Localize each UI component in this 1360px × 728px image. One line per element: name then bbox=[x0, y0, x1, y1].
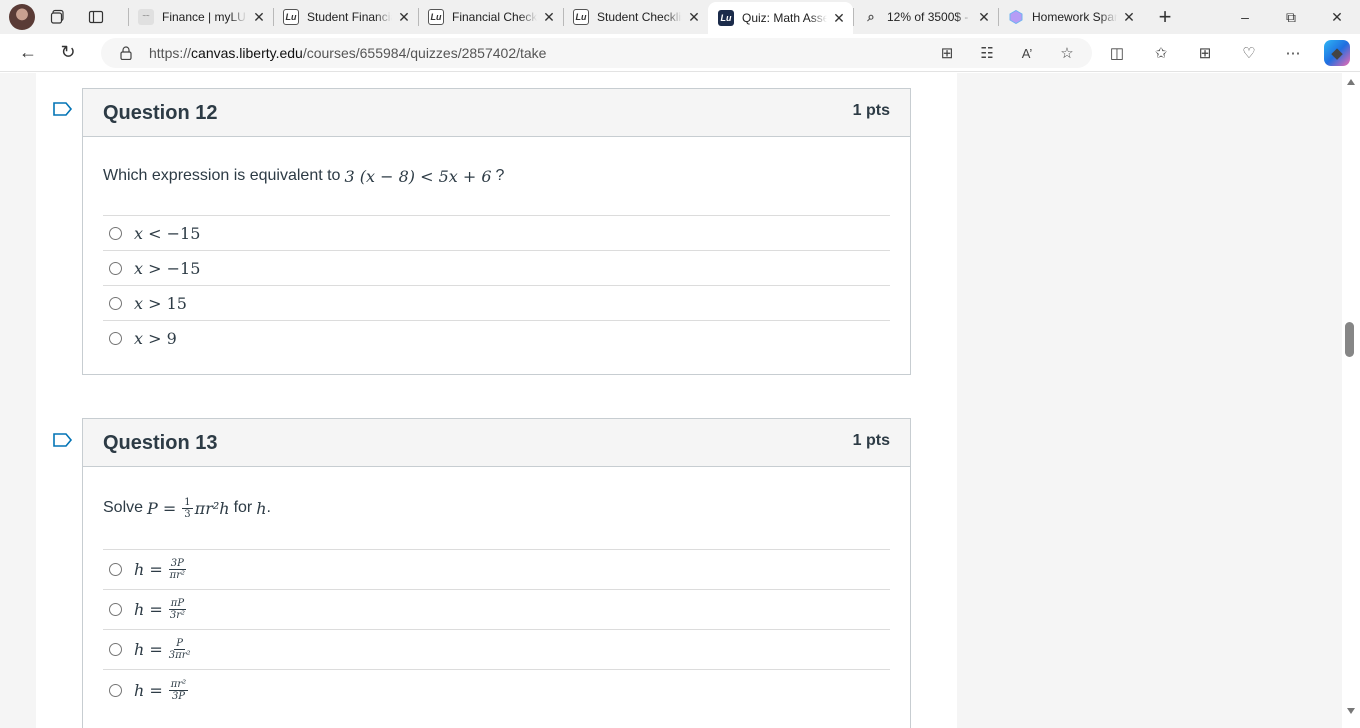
question-title: Question 12 bbox=[103, 102, 218, 124]
radio-button[interactable] bbox=[109, 603, 122, 616]
tab-bar: ~~Finance | myLU✕LuStudent Financial Che… bbox=[0, 0, 1360, 34]
tab-title: Quiz: Math Assessment bbox=[742, 11, 827, 25]
split-screen-icon[interactable]: ◫ bbox=[1104, 40, 1130, 66]
back-icon[interactable]: ← bbox=[12, 37, 44, 69]
tab[interactable]: ⌕ 12% of 3500$ - Search✕ bbox=[853, 0, 998, 34]
vertical-scrollbar[interactable] bbox=[1342, 73, 1360, 728]
tab-title: Finance | myLU bbox=[162, 10, 246, 24]
favorite-star-icon[interactable]: ☆ bbox=[1054, 40, 1080, 66]
close-tab-icon[interactable]: ✕ bbox=[1117, 9, 1141, 26]
radio-button[interactable] bbox=[109, 261, 122, 275]
prompt-math: P = 13 πr²h bbox=[147, 496, 230, 520]
scrollbar-thumb[interactable] bbox=[1345, 322, 1354, 357]
lu-favicon-icon: Lu bbox=[573, 9, 589, 25]
restore-icon[interactable]: ⧉ bbox=[1268, 0, 1314, 34]
close-tab-icon[interactable]: ✕ bbox=[247, 9, 271, 26]
page-viewport: Question 12 1 pts Which expression is eq… bbox=[0, 73, 1342, 728]
workspaces-icon[interactable] bbox=[43, 2, 73, 32]
prompt-math: 3 (x − 8) < 5x + 6 bbox=[344, 166, 492, 186]
browser-essentials-icon[interactable]: ♡ bbox=[1236, 40, 1262, 66]
tab[interactable]: Lu Student Financial Check✕ bbox=[273, 0, 418, 34]
app-available-icon[interactable]: ⊞ bbox=[934, 40, 960, 66]
answer-option[interactable]: x > 15 bbox=[103, 286, 890, 321]
answer-option[interactable]: h = P 3πr² bbox=[103, 630, 890, 670]
answer-option[interactable]: h = πr² 3P bbox=[103, 670, 890, 710]
scroll-down-icon[interactable] bbox=[1347, 708, 1355, 714]
tab[interactable]: Homework Spark ✕ bbox=[998, 0, 1143, 34]
more-menu-icon[interactable]: ⋯ bbox=[1280, 40, 1306, 66]
minimize-icon[interactable]: – bbox=[1222, 0, 1268, 34]
reading-view-icon[interactable]: ☷ bbox=[974, 40, 1000, 66]
address-bar[interactable]: https://canvas.liberty.edu/courses/65598… bbox=[101, 38, 1092, 68]
browser-window: ~~Finance | myLU✕LuStudent Financial Che… bbox=[0, 0, 1360, 728]
tab-title: Student Checklist bbox=[597, 10, 682, 24]
tab[interactable]: Lu Financial Checkout✕ bbox=[418, 0, 563, 34]
radio-button[interactable] bbox=[109, 226, 122, 240]
flag-question-icon[interactable] bbox=[53, 102, 73, 116]
radio-button[interactable] bbox=[109, 332, 122, 345]
tab[interactable]: Lu Student Checklist ✕ bbox=[563, 0, 708, 34]
question-points: 1 pts bbox=[852, 432, 890, 449]
radio-button[interactable] bbox=[109, 563, 122, 576]
finance-favicon-icon: ~~ bbox=[138, 9, 154, 25]
tab-actions-icon[interactable] bbox=[81, 2, 111, 32]
question-title: Question 13 bbox=[103, 432, 218, 454]
url-text: https://canvas.liberty.edu/courses/65598… bbox=[149, 45, 547, 61]
copilot-icon[interactable]: ◆ bbox=[1324, 40, 1350, 66]
close-tab-icon[interactable]: ✕ bbox=[537, 9, 561, 26]
lu-favicon-icon: Lu bbox=[718, 10, 734, 26]
search-favicon-icon: ⌕ bbox=[867, 9, 875, 24]
address-row: ← ↻ https://canvas.liberty.edu/courses/6… bbox=[0, 34, 1360, 72]
profile-avatar[interactable] bbox=[9, 4, 35, 30]
answer-option[interactable]: x > −15 bbox=[103, 251, 890, 286]
lu-favicon-icon: Lu bbox=[283, 9, 299, 25]
favorites-icon[interactable]: ✩ bbox=[1148, 40, 1174, 66]
tab-title: 12% of 3500$ - Search bbox=[887, 10, 972, 24]
scroll-up-icon[interactable] bbox=[1347, 79, 1355, 85]
tab[interactable]: ~~ Finance | myLU ✕ bbox=[128, 0, 273, 34]
question-card: Question 12 1 pts Which expression is eq… bbox=[82, 88, 911, 375]
question-prompt: Solve P = 13 πr²h for h . bbox=[103, 496, 271, 520]
question-header: Question 13 1 pts bbox=[83, 419, 910, 467]
answer-option[interactable]: x < −15 bbox=[103, 216, 890, 251]
close-window-icon[interactable]: ✕ bbox=[1314, 0, 1360, 34]
tab-title: Student Financial Check bbox=[307, 10, 392, 24]
tab-title: Homework Spark bbox=[1032, 10, 1117, 24]
spark-favicon-icon bbox=[1008, 9, 1024, 25]
answer-option[interactable]: h = πP 3r² bbox=[103, 590, 890, 630]
close-tab-icon[interactable]: ✕ bbox=[682, 9, 706, 26]
answer-option[interactable]: x > 9 bbox=[103, 321, 890, 356]
tab[interactable]: Lu Quiz: Math Assessment✕ bbox=[708, 2, 853, 34]
radio-button[interactable] bbox=[109, 296, 122, 310]
answer-option[interactable]: h = 3P πr² bbox=[103, 550, 890, 590]
question-points: 1 pts bbox=[852, 102, 890, 119]
read-aloud-icon[interactable]: A’ bbox=[1014, 40, 1040, 66]
right-sidebar bbox=[957, 73, 1342, 728]
tab-strip: ~~Finance | myLU✕LuStudent Financial Che… bbox=[128, 0, 1143, 34]
close-tab-icon[interactable]: ✕ bbox=[827, 10, 851, 27]
collections-icon[interactable]: ⊞ bbox=[1192, 40, 1218, 66]
tab-title: Financial Checkout bbox=[452, 10, 537, 24]
lock-icon[interactable] bbox=[119, 46, 133, 60]
left-gutter bbox=[0, 73, 36, 728]
radio-button[interactable] bbox=[109, 683, 122, 697]
close-tab-icon[interactable]: ✕ bbox=[972, 9, 996, 26]
radio-button[interactable] bbox=[109, 643, 122, 656]
question-prompt: Which expression is equivalent to 3 (x −… bbox=[103, 166, 505, 186]
lu-favicon-icon: Lu bbox=[428, 9, 444, 25]
new-tab-button[interactable]: + bbox=[1149, 0, 1181, 34]
refresh-icon[interactable]: ↻ bbox=[52, 37, 84, 69]
answer-list: x < −15 x > −15 x > 15 x > 9 bbox=[103, 215, 890, 356]
close-tab-icon[interactable]: ✕ bbox=[392, 9, 416, 26]
answer-list: h = 3P πr² h = πP 3r² h = P 3πr² h = πr² 3P bbox=[103, 549, 890, 710]
question-card: Question 13 1 pts Solve P = 13 πr²h for … bbox=[82, 418, 911, 728]
flag-question-icon[interactable] bbox=[53, 433, 73, 447]
question-header: Question 12 1 pts bbox=[83, 89, 910, 137]
